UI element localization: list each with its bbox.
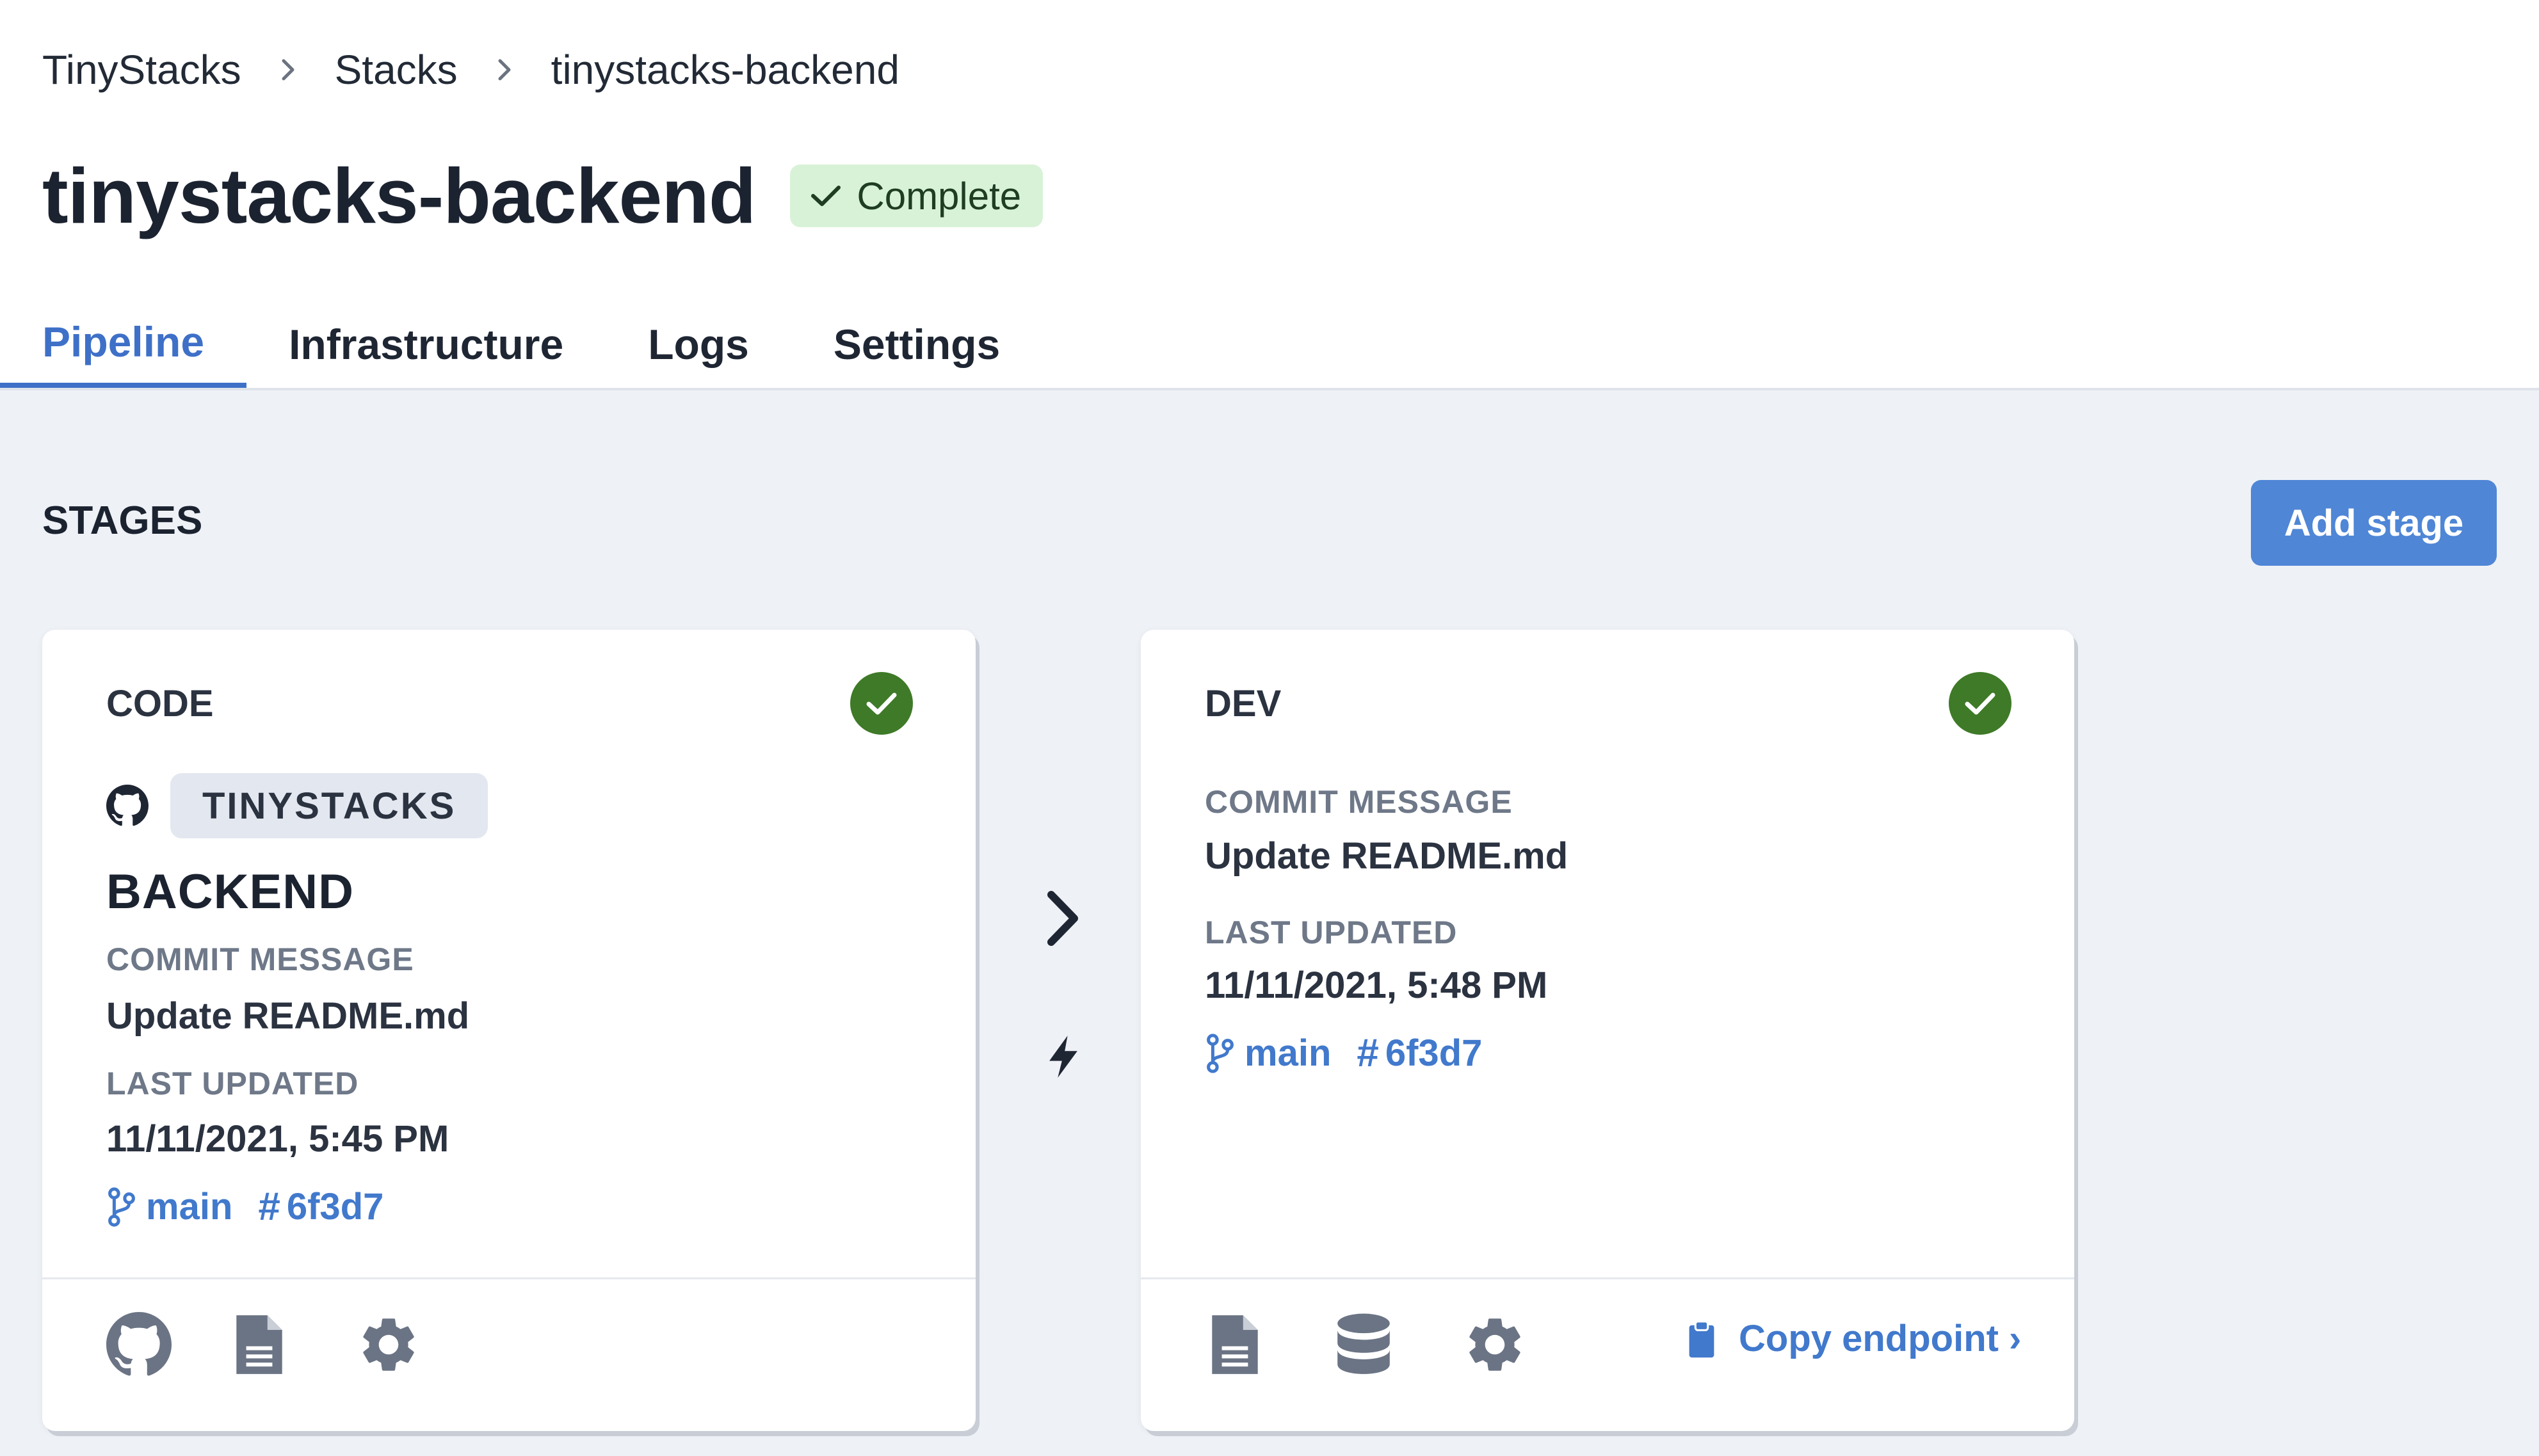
status-badge: Complete — [790, 164, 1044, 227]
branch-name: main — [146, 1186, 233, 1228]
branch-link[interactable]: main — [106, 1185, 232, 1228]
status-badge-label: Complete — [857, 174, 1022, 218]
chevron-right-icon — [268, 57, 308, 83]
commit-message-value: Update README.md — [1205, 835, 1568, 877]
copy-endpoint-label: Copy endpoint › — [1739, 1318, 2022, 1359]
page-header: TinyStacks Stacks tinystacks-backend tin… — [0, 0, 2539, 390]
commit-message-label: COMMIT MESSAGE — [1205, 784, 1513, 820]
chevron-right-icon — [485, 57, 524, 83]
github-icon — [106, 785, 149, 826]
card-divider — [42, 1277, 976, 1279]
breadcrumb-item-stacks[interactable]: Stacks — [335, 46, 458, 93]
branch-name: main — [1245, 1032, 1332, 1074]
chevron-right-icon — [1042, 890, 1083, 950]
title-row: tinystacks-backend Complete — [42, 151, 1044, 241]
last-updated-value: 11/11/2021, 5:48 PM — [1205, 964, 1548, 1006]
card-divider — [1141, 1277, 2074, 1279]
hash-icon: # — [258, 1185, 280, 1229]
last-updated-label: LAST UPDATED — [1205, 915, 1458, 950]
breadcrumb-item-current: tinystacks-backend — [551, 47, 899, 93]
clipboard-icon — [1689, 1320, 1714, 1357]
commit-message-label: COMMIT MESSAGE — [106, 941, 414, 977]
git-branch-icon — [108, 1187, 135, 1227]
repo-name: BACKEND — [106, 865, 354, 919]
stage-title: DEV — [1205, 683, 1282, 724]
commit-refs: main # 6f3d7 — [1205, 1030, 1482, 1076]
database-icon[interactable] — [1334, 1312, 1393, 1377]
commit-message-value: Update README.md — [106, 995, 470, 1037]
check-icon — [811, 186, 841, 206]
copy-endpoint-button[interactable]: Copy endpoint › — [1686, 1317, 2021, 1360]
tab-logs[interactable]: Logs — [606, 301, 791, 388]
github-icon[interactable] — [106, 1312, 172, 1377]
success-check-icon — [850, 672, 913, 735]
branch-link[interactable]: main — [1205, 1032, 1331, 1075]
success-check-icon — [1949, 672, 2011, 735]
repo-row: TINYSTACKS — [106, 773, 488, 838]
last-updated-label: LAST UPDATED — [106, 1066, 359, 1101]
hash-icon: # — [1357, 1031, 1379, 1075]
commit-hash: 6f3d7 — [1385, 1032, 1483, 1074]
tab-infrastructure[interactable]: Infrastructure — [246, 301, 606, 388]
commit-refs: main # 6f3d7 — [106, 1184, 383, 1229]
bolt-icon[interactable] — [1046, 1034, 1081, 1082]
file-icon[interactable] — [233, 1312, 286, 1377]
stage-card-dev: DEV COMMIT MESSAGE Update README.md LAST… — [1141, 630, 2074, 1431]
last-updated-value: 11/11/2021, 5:45 PM — [106, 1118, 449, 1160]
breadcrumb: TinyStacks Stacks tinystacks-backend — [42, 46, 899, 93]
stages-heading: STAGES — [42, 499, 203, 543]
stage-card-code: CODE TINYSTACKS BACKEND COMMIT MESSAGE U… — [42, 630, 976, 1431]
gear-icon[interactable] — [1462, 1312, 1527, 1377]
commit-hash: 6f3d7 — [286, 1186, 384, 1228]
page-title: tinystacks-backend — [42, 152, 756, 239]
tab-bar: Pipeline Infrastructure Logs Settings — [0, 301, 1042, 390]
gear-icon[interactable] — [356, 1312, 421, 1377]
card-actions — [106, 1312, 421, 1377]
commit-hash-link[interactable]: # 6f3d7 — [258, 1184, 383, 1229]
card-actions — [1209, 1312, 1527, 1377]
tab-pipeline[interactable]: Pipeline — [0, 301, 247, 388]
add-stage-button[interactable]: Add stage — [2251, 480, 2497, 566]
git-branch-icon — [1207, 1033, 1234, 1073]
breadcrumb-item-tinystacks[interactable]: TinyStacks — [42, 46, 241, 93]
commit-hash-link[interactable]: # 6f3d7 — [1357, 1030, 1482, 1076]
tab-settings[interactable]: Settings — [791, 301, 1042, 388]
repo-owner-chip: TINYSTACKS — [170, 773, 488, 838]
stage-title: CODE — [106, 683, 214, 724]
file-icon[interactable] — [1209, 1312, 1261, 1377]
